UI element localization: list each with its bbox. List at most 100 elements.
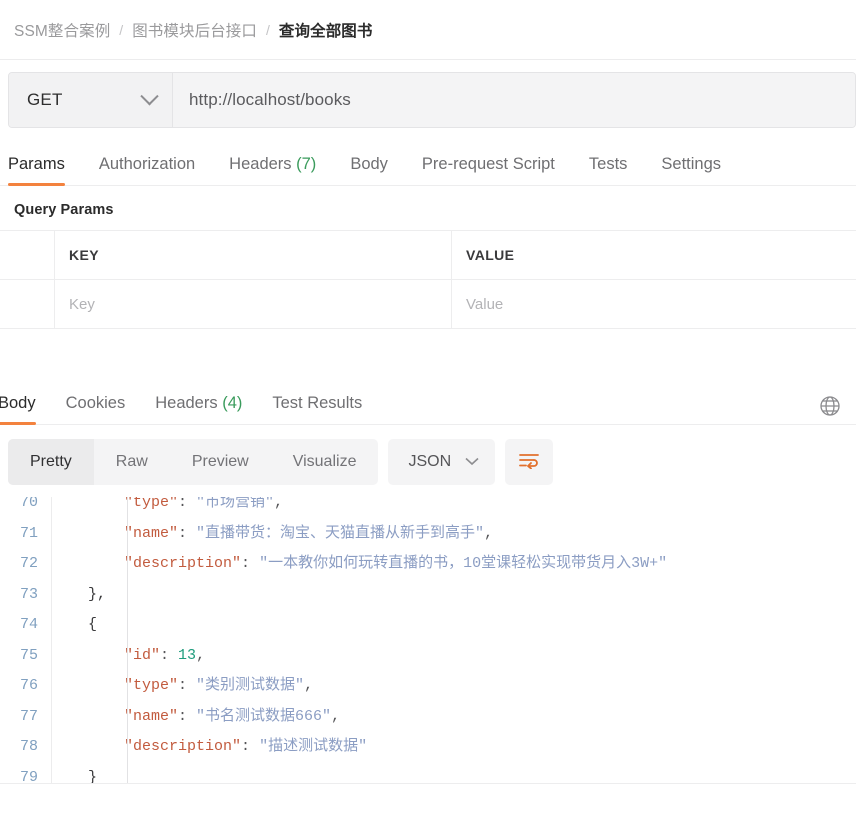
row-checkbox[interactable] xyxy=(0,280,55,328)
response-tab-body[interactable]: Body xyxy=(0,394,36,424)
code-token: : xyxy=(241,738,259,755)
code-token xyxy=(52,708,124,725)
tab-settings-label: Settings xyxy=(661,155,721,173)
breadcrumb-item-collection[interactable]: SSM整合案例 xyxy=(14,19,110,41)
code-line-text: }, xyxy=(52,580,856,611)
code-line: 70 "type": "市场营销", xyxy=(0,497,856,519)
code-token: }, xyxy=(88,586,106,603)
format-visualize-button[interactable]: Visualize xyxy=(271,439,379,485)
indent-guide xyxy=(127,580,128,611)
tab-headers[interactable]: Headers (7) xyxy=(229,155,316,185)
format-pretty-button[interactable]: Pretty xyxy=(8,439,94,485)
indent-guide xyxy=(127,497,128,519)
http-method-select[interactable]: GET xyxy=(9,73,173,127)
code-line-text: "description": "一本教你如何玩转直播的书，10堂课轻松实现带货月… xyxy=(52,549,856,580)
tab-params-label: Params xyxy=(8,155,65,173)
tab-pre-request-script[interactable]: Pre-request Script xyxy=(422,155,555,185)
code-token: : xyxy=(178,708,196,725)
code-token: "一本教你如何玩转直播的书，10堂课轻松实现带货月入3W+" xyxy=(259,555,667,572)
tab-authorization[interactable]: Authorization xyxy=(99,155,195,185)
code-token xyxy=(52,738,124,755)
line-number: 78 xyxy=(0,732,52,763)
code-line: 76 "type": "类别测试数据", xyxy=(0,671,856,702)
code-line-text: "type": "市场营销", xyxy=(52,497,856,519)
response-language-select[interactable]: JSON xyxy=(388,439,495,485)
code-line-text: "name": "书名测试数据666", xyxy=(52,702,856,733)
indent-guide xyxy=(127,610,128,641)
response-tab-headers[interactable]: Headers (4) xyxy=(155,394,242,424)
tab-settings[interactable]: Settings xyxy=(661,155,721,185)
tab-pre-request-script-label: Pre-request Script xyxy=(422,155,555,173)
code-token: { xyxy=(88,616,97,633)
line-number: 72 xyxy=(0,549,52,580)
globe-icon[interactable] xyxy=(818,394,842,418)
line-number: 70 xyxy=(0,497,52,519)
tab-params[interactable]: Params xyxy=(8,155,65,185)
breadcrumb-item-request[interactable]: 查询全部图书 xyxy=(279,19,373,41)
code-token: "id" xyxy=(124,647,160,664)
format-preview-button[interactable]: Preview xyxy=(170,439,271,485)
postman-window: SSM整合案例 / 图书模块后台接口 / 查询全部图书 GET http://l… xyxy=(0,0,856,821)
param-key-input[interactable]: Key xyxy=(55,280,452,328)
code-token xyxy=(52,677,124,694)
code-token: : xyxy=(178,677,196,694)
query-params-title: Query Params xyxy=(0,186,856,230)
indent-guide xyxy=(127,732,128,763)
code-line-text: "id": 13, xyxy=(52,641,856,672)
code-token: , xyxy=(331,708,340,725)
word-wrap-button[interactable] xyxy=(505,439,553,485)
code-token: , xyxy=(484,525,493,542)
tab-tests[interactable]: Tests xyxy=(589,155,628,185)
response-tabs: Body Cookies Headers (4) Test Results xyxy=(0,385,856,425)
url-input[interactable]: http://localhost/books xyxy=(173,73,855,127)
code-line: 75 "id": 13, xyxy=(0,641,856,672)
indent-guide xyxy=(127,702,128,733)
param-value-input[interactable]: Value xyxy=(452,280,856,328)
code-token: "description" xyxy=(124,738,241,755)
code-token: "type" xyxy=(124,677,178,694)
code-token: , xyxy=(196,647,205,664)
code-line: 73 }, xyxy=(0,580,856,611)
code-token xyxy=(52,497,124,511)
response-tab-headers-count: (4) xyxy=(222,394,242,412)
code-token: "description" xyxy=(124,555,241,572)
code-token: "描述测试数据" xyxy=(259,738,367,755)
breadcrumb: SSM整合案例 / 图书模块后台接口 / 查询全部图书 xyxy=(0,0,856,60)
line-number: 76 xyxy=(0,671,52,702)
response-format-toolbar: Pretty Raw Preview Visualize JSON xyxy=(0,425,856,497)
code-token: 13 xyxy=(178,647,196,664)
chevron-down-icon xyxy=(140,87,158,105)
code-token: : xyxy=(241,555,259,572)
response-tab-test-results-label: Test Results xyxy=(272,394,362,412)
code-token xyxy=(52,555,124,572)
table-header-row: KEY VALUE xyxy=(0,231,856,280)
code-token: "name" xyxy=(124,708,178,725)
code-token: : xyxy=(178,525,196,542)
code-token: "书名测试数据666" xyxy=(196,708,331,725)
code-line-text: { xyxy=(52,610,856,641)
response-tab-test-results[interactable]: Test Results xyxy=(272,394,362,424)
column-header-value: VALUE xyxy=(452,231,856,279)
code-line: 78 "description": "描述测试数据" xyxy=(0,732,856,763)
column-header-key: KEY xyxy=(55,231,452,279)
response-tab-cookies-label: Cookies xyxy=(66,394,126,412)
tab-body[interactable]: Body xyxy=(350,155,388,185)
code-bottom-edge xyxy=(0,783,856,794)
code-token xyxy=(52,647,124,664)
tab-authorization-label: Authorization xyxy=(99,155,195,173)
line-number: 73 xyxy=(0,580,52,611)
indent-guide xyxy=(127,671,128,702)
code-token: , xyxy=(274,497,283,511)
response-body-code[interactable]: 70 "type": "市场营销",71 "name": "直播带货：淘宝、天猫… xyxy=(0,497,856,794)
code-token: "市场营销" xyxy=(196,497,274,511)
response-tab-cookies[interactable]: Cookies xyxy=(66,394,126,424)
line-number: 74 xyxy=(0,610,52,641)
code-token xyxy=(52,586,88,603)
breadcrumb-item-folder[interactable]: 图书模块后台接口 xyxy=(132,19,257,41)
line-number: 77 xyxy=(0,702,52,733)
code-token xyxy=(52,616,88,633)
url-bar: GET http://localhost/books xyxy=(8,72,856,128)
format-raw-button[interactable]: Raw xyxy=(94,439,170,485)
code-line-text: "name": "直播带货：淘宝、天猫直播从新手到高手", xyxy=(52,519,856,550)
code-line: 71 "name": "直播带货：淘宝、天猫直播从新手到高手", xyxy=(0,519,856,550)
